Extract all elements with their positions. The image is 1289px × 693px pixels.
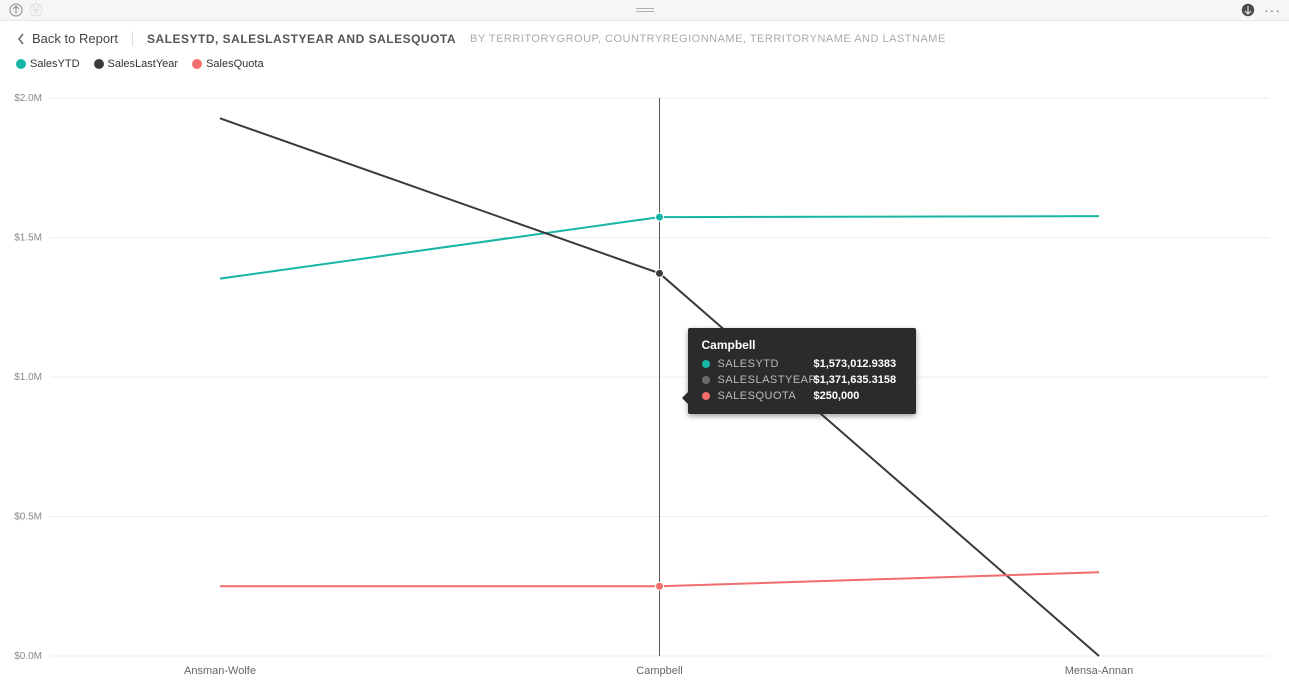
svg-text:Mensa-Annan: Mensa-Annan [1065,665,1134,677]
back-label: Back to Report [32,31,118,46]
visual-title: SALESYTD, SALESLASTYEAR AND SALESQUOTA [147,32,456,46]
focus-header: Back to Report SALESYTD, SALESLASTYEAR A… [0,21,1289,52]
tooltip-value: $1,371,635.3158 [814,374,897,386]
back-to-report-button[interactable]: Back to Report [16,31,133,46]
visual-subtitle: BY TERRITORYGROUP, COUNTRYREGIONNAME, TE… [470,33,946,45]
tooltip-dot-icon [702,360,710,368]
tooltip-dot-icon [702,376,710,384]
svg-text:$0.5M: $0.5M [14,512,42,523]
legend-label: SalesYTD [30,58,80,70]
tooltip-row: SALESYTD $1,573,012.9383 [702,358,902,370]
chart-legend: SalesYTD SalesLastYear SalesQuota [0,52,1289,70]
tooltip-row: SALESLASTYEAR $1,371,635.3158 [702,374,902,386]
legend-swatch [16,59,26,69]
tooltip-row: SALESQUOTA $250,000 [702,390,902,402]
focus-mode-icon[interactable] [1240,2,1256,18]
legend-label: SalesQuota [206,58,263,70]
tooltip-dot-icon [702,392,710,400]
header-right: ··· [1240,2,1281,18]
more-options-icon[interactable]: ··· [1264,2,1281,18]
visual-header: ··· [0,0,1289,21]
tooltip-key: SALESLASTYEAR [718,374,806,386]
tooltip-arrow-icon [682,392,688,404]
legend-label: SalesLastYear [108,58,179,70]
drill-up-icon[interactable] [8,2,24,18]
tooltip-key: SALESQUOTA [718,390,806,402]
legend-swatch [94,59,104,69]
tooltip-key: SALESYTD [718,358,806,370]
svg-text:Campbell: Campbell [636,665,682,677]
drag-handle-icon[interactable] [636,7,654,13]
svg-text:$1.5M: $1.5M [14,233,42,244]
legend-item-salesquota[interactable]: SalesQuota [192,58,263,70]
line-chart[interactable]: $0.0M $0.5M $1.0M $1.5M $2.0M Ansman-Wolfe Cam… [0,86,1289,686]
svg-text:$1.0M: $1.0M [14,372,42,383]
legend-item-saleslastyear[interactable]: SalesLastYear [94,58,179,70]
drill-controls [8,2,44,18]
legend-swatch [192,59,202,69]
chevron-left-icon [16,32,26,46]
svg-text:$2.0M: $2.0M [14,93,42,104]
legend-item-salesytd[interactable]: SalesYTD [16,58,80,70]
tooltip-value: $250,000 [814,390,860,402]
tooltip-value: $1,573,012.9383 [814,358,897,370]
drill-down-icon[interactable] [28,2,44,18]
chart-tooltip: Campbell SALESYTD $1,573,012.9383 SALESL… [688,328,916,414]
svg-text:$0.0M: $0.0M [14,651,42,662]
chart-canvas: $0.0M $0.5M $1.0M $1.5M $2.0M Ansman-Wolfe Cam… [0,86,1289,686]
svg-text:Ansman-Wolfe: Ansman-Wolfe [184,665,256,677]
tooltip-title: Campbell [702,338,902,352]
